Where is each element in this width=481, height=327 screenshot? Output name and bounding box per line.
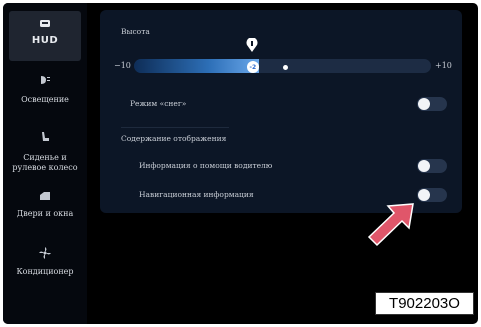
driver-assist-label: Информация о помощи водителю	[139, 161, 273, 170]
sidebar-item-label: HUD	[31, 35, 59, 46]
navigation-info-label: Навигационная информация	[139, 190, 254, 199]
driver-assist-toggle[interactable]	[417, 159, 447, 173]
height-title: Высота	[121, 27, 150, 36]
sidebar-item-climate[interactable]: Кондиционер	[3, 267, 87, 277]
screen-frame: HUD Освещение Сиденье и рулевое колесо Д…	[3, 3, 478, 324]
slider-min-label: −10	[114, 61, 131, 70]
light-icon	[38, 74, 52, 86]
door-icon	[38, 190, 52, 202]
slider-center-dot	[283, 65, 288, 70]
toggle-thumb	[418, 98, 430, 110]
sidebar-item-lighting[interactable]: Освещение	[3, 95, 87, 105]
sidebar-item-doors[interactable]: Двери и окна	[3, 209, 87, 219]
figure-code: T902203O	[375, 292, 474, 315]
hud-icon	[38, 17, 52, 29]
fan-icon	[38, 247, 52, 259]
snow-mode-label: Режим «снег»	[130, 99, 187, 108]
height-indicator-icon	[246, 38, 258, 52]
toggle-thumb	[418, 160, 430, 172]
sidebar-item-seat[interactable]: Сиденье и рулевое колесо	[3, 153, 87, 173]
navigation-info-toggle[interactable]	[417, 188, 447, 202]
slider-max-label: +10	[435, 61, 452, 70]
pointer-arrow-icon	[367, 203, 414, 247]
sidebar: HUD Освещение Сиденье и рулевое колесо Д…	[3, 3, 87, 324]
toggle-thumb	[418, 189, 430, 201]
slider-value: -2	[249, 63, 257, 71]
slider-handle[interactable]: -2	[246, 61, 259, 73]
section-divider	[121, 127, 229, 128]
slider-fill	[134, 59, 259, 73]
seat-label-line2: рулевое колесо	[12, 163, 78, 172]
display-section-title: Содержание отображения	[121, 134, 227, 143]
hud-settings-panel	[100, 10, 462, 213]
snow-mode-toggle[interactable]	[417, 97, 447, 111]
seat-icon	[38, 131, 52, 143]
seat-label-line1: Сиденье и	[23, 153, 67, 162]
